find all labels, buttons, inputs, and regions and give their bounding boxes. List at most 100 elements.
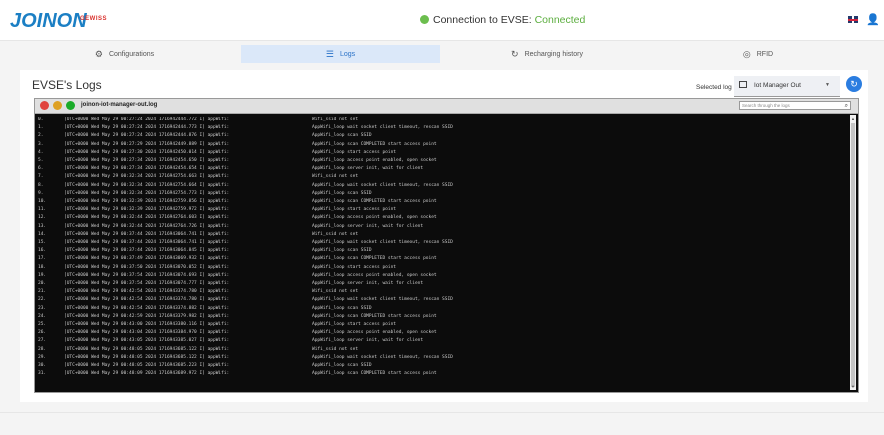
log-line-number: 21. xyxy=(38,289,47,295)
log-line-number: 27. xyxy=(38,338,47,344)
refresh-button[interactable]: ↻ xyxy=(846,76,862,92)
tab-configurations[interactable]: ⚙ Configurations xyxy=(19,45,230,63)
log-line-timestamp: [UTC+0000 Wed May 29 00:48:09 2024 17169… xyxy=(64,371,230,377)
log-line-timestamp: [UTC+0000 Wed May 29 00:42:54 2024 17169… xyxy=(64,297,230,303)
log-line-timestamp: [UTC+0000 Wed May 29 00:42:59 2024 17169… xyxy=(64,313,230,319)
log-line-timestamp: [UTC+0000 Wed May 29 00:27:24 2024 17169… xyxy=(64,117,230,122)
log-line-timestamp: [UTC+0000 Wed May 29 00:32:34 2024 17169… xyxy=(64,182,230,188)
log-line-message: AppWifi_loop scan SSID xyxy=(312,305,372,311)
connection-value: Connected xyxy=(534,14,586,26)
log-line-message: AppWifi_loop scan SSID xyxy=(312,248,372,254)
log-line-timestamp: [UTC+0000 Wed May 29 00:37:54 2024 17169… xyxy=(64,281,230,286)
log-line-timestamp: [UTC+0000 Wed May 29 00:27:24 2024 17169… xyxy=(64,125,230,131)
log-line-message: AppWifi_loop server init, wait for clien… xyxy=(312,281,424,286)
log-line-timestamp: [UTC+0000 Wed May 29 00:43:04 2024 17169… xyxy=(64,330,230,336)
log-line-number: 10. xyxy=(38,199,47,204)
log-line-message: Wifi_ssid not set xyxy=(312,174,359,180)
log-line-message: Wifi_ssid not set xyxy=(312,346,359,352)
log-line-number: 19. xyxy=(38,272,47,278)
page-title: EVSE's Logs xyxy=(32,78,102,92)
log-line-message: AppWifi_loop scan SSID xyxy=(312,363,372,368)
uk-flag-icon[interactable] xyxy=(848,16,858,23)
log-line-message: AppWifi_loop start access point xyxy=(312,207,396,213)
log-line-number: 1. xyxy=(38,125,44,131)
connection-status: Connection to EVSE: Connected xyxy=(420,14,585,26)
tab-label: Logs xyxy=(339,50,356,58)
user-settings-icon[interactable]: 👤 xyxy=(866,13,880,26)
maximize-light-icon xyxy=(66,101,75,110)
log-line-message: AppWifi_loop server init, wait for clien… xyxy=(312,166,424,172)
log-line-message: AppWifi_loop wait socket client timeout,… xyxy=(312,240,453,245)
log-line-timestamp: [UTC+0000 Wed May 29 00:32:34 2024 17169… xyxy=(64,174,230,180)
log-line-message: AppWifi_loop wait socket client timeout,… xyxy=(312,182,453,188)
log-line-message: AppWifi_loop scan SSID xyxy=(312,190,372,196)
log-line-number: 29. xyxy=(38,354,47,360)
log-window-header: joinon-iot-manager-out.log Search throug… xyxy=(35,99,858,114)
log-line-timestamp: [UTC+0000 Wed May 29 00:42:54 2024 17169… xyxy=(64,305,230,311)
log-line-timestamp: [UTC+0000 Wed May 29 00:32:34 2024 17169… xyxy=(64,190,230,196)
log-line-timestamp: [UTC+0000 Wed May 29 00:37:44 2024 17169… xyxy=(64,231,230,237)
log-line-message: AppWifi_loop start access point xyxy=(312,322,396,327)
log-line-message: AppWifi_loop scan COMPLETED start access… xyxy=(312,256,437,262)
selected-log-label: Selected log xyxy=(696,84,732,91)
log-line-timestamp: [UTC+0000 Wed May 29 00:32:44 2024 17169… xyxy=(64,215,230,221)
close-light-icon xyxy=(40,101,49,110)
log-line-number: 7. xyxy=(38,174,44,180)
log-line-number: 5. xyxy=(38,158,44,163)
log-scrollbar[interactable]: ▲ ▼ xyxy=(850,115,856,390)
gear-icon: ⚙ xyxy=(94,48,103,59)
log-line-message: AppWifi_loop scan COMPLETED start access… xyxy=(312,313,437,319)
log-window: joinon-iot-manager-out.log Search throug… xyxy=(34,98,859,393)
log-line-number: 9. xyxy=(38,190,44,196)
log-line-timestamp: [UTC+0000 Wed May 29 00:27:29 2024 17169… xyxy=(64,141,230,147)
log-line-timestamp: [UTC+0000 Wed May 29 00:27:34 2024 17169… xyxy=(64,166,230,172)
log-line-number: 11. xyxy=(38,207,47,213)
log-line-message: AppWifi_loop access point enabled, open … xyxy=(312,272,437,278)
footer xyxy=(0,412,884,435)
tab-logs[interactable]: ☰ Logs xyxy=(241,45,440,63)
log-line-message: Wifi_ssid not set xyxy=(312,117,359,122)
log-line-number: 23. xyxy=(38,305,47,311)
log-line-message: Wifi_ssid not set xyxy=(312,289,359,295)
log-line-message: AppWifi_loop scan COMPLETED start access… xyxy=(312,199,437,204)
log-filename: joinon-iot-manager-out.log xyxy=(81,102,158,108)
log-line-message: AppWifi_loop access point enabled, open … xyxy=(312,330,437,336)
log-line-number: 14. xyxy=(38,231,47,237)
log-line-message: AppWifi_loop access point enabled, open … xyxy=(312,215,437,221)
log-search-input[interactable]: Search through the logs ⌕ xyxy=(739,101,851,110)
terminal-icon xyxy=(739,81,747,88)
log-line-number: 20. xyxy=(38,281,47,286)
minimize-light-icon xyxy=(53,101,62,110)
scroll-up-icon: ▲ xyxy=(851,116,855,121)
log-line-timestamp: [UTC+0000 Wed May 29 00:37:54 2024 17169… xyxy=(64,272,230,278)
log-line-timestamp: [UTC+0000 Wed May 29 00:48:05 2024 17169… xyxy=(64,354,230,360)
log-select[interactable]: Iot Manager Out ▼ xyxy=(734,76,840,97)
tab-recharging-history[interactable]: ↻ Recharging history xyxy=(441,45,653,63)
gewiss-logo: GEWISS xyxy=(80,16,108,22)
search-icon: ⌕ xyxy=(844,103,848,109)
tab-label: Configurations xyxy=(108,50,155,58)
log-line-number: 2. xyxy=(38,133,44,139)
log-line-message: AppWifi_loop wait socket client timeout,… xyxy=(312,125,453,131)
log-line-timestamp: [UTC+0000 Wed May 29 00:37:44 2024 17169… xyxy=(64,248,230,254)
tab-rfid[interactable]: ◎ RFID xyxy=(653,45,863,63)
log-line-number: 24. xyxy=(38,313,47,319)
log-line-number: 31. xyxy=(38,371,47,377)
log-line-message: AppWifi_loop wait socket client timeout,… xyxy=(312,297,453,303)
log-line-timestamp: [UTC+0000 Wed May 29 00:43:00 2024 17169… xyxy=(64,322,230,327)
log-line-message: AppWifi_loop scan SSID xyxy=(312,133,372,139)
joinon-logo: JOINON xyxy=(10,10,87,32)
log-line-number: 15. xyxy=(38,240,47,245)
logs-panel: EVSE's Logs Selected log Iot Manager Out… xyxy=(20,70,868,402)
log-line-timestamp: [UTC+0000 Wed May 29 00:32:39 2024 17169… xyxy=(64,199,230,204)
scrollbar-thumb[interactable] xyxy=(851,123,855,387)
log-line-number: 0. xyxy=(38,117,44,122)
log-line-number: 30. xyxy=(38,363,47,368)
log-line-message: AppWifi_loop server init, wait for clien… xyxy=(312,223,424,229)
log-line-message: AppWifi_loop scan COMPLETED start access… xyxy=(312,141,437,147)
log-line-timestamp: [UTC+0000 Wed May 29 00:27:30 2024 17169… xyxy=(64,149,230,155)
search-placeholder: Search through the logs xyxy=(742,103,790,108)
tab-label: RFID xyxy=(756,50,774,58)
log-line-number: 6. xyxy=(38,166,44,172)
log-line-number: 13. xyxy=(38,223,47,229)
